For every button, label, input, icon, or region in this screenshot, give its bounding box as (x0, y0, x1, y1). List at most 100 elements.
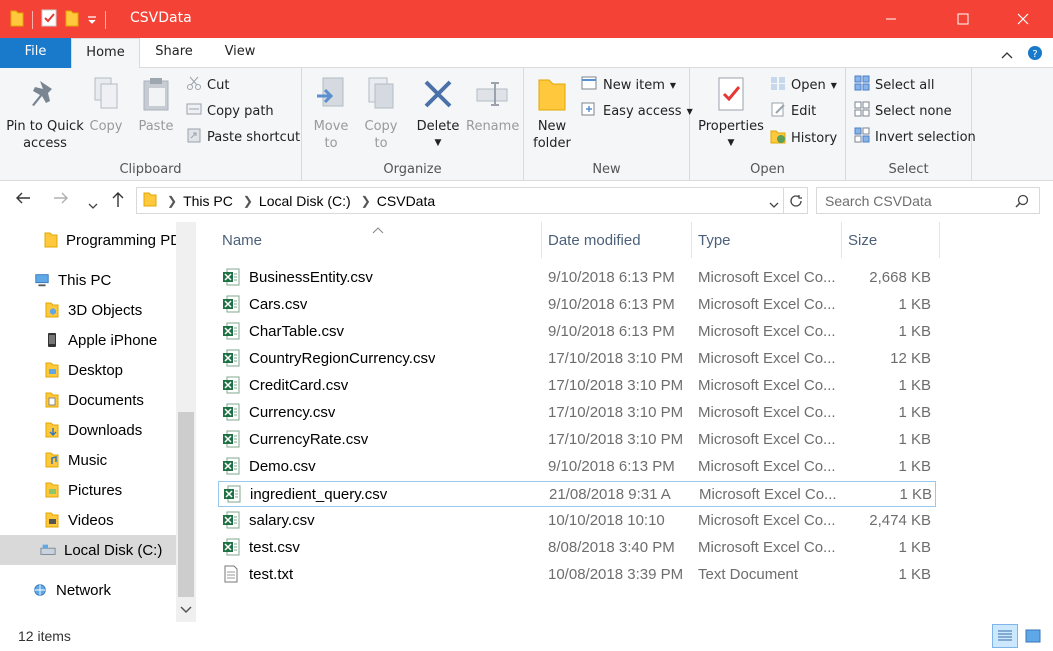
nav-item-3d-objects[interactable]: 3D Objects (0, 295, 176, 325)
breadcrumb-local-disk[interactable]: Local Disk (C:) (259, 193, 351, 209)
properties-icon[interactable] (41, 9, 57, 30)
file-row[interactable]: test.csv 8/08/2018 3:40 PM Microsoft Excel… (218, 535, 936, 561)
edit-button[interactable]: Edit (770, 100, 816, 122)
recent-locations-dropdown[interactable] (88, 195, 98, 214)
nav-item-local-disk[interactable]: Local Disk (C:) (0, 535, 176, 565)
file-row[interactable]: test.txt 10/08/2018 3:39 PM Text Document 1… (218, 562, 936, 588)
history-button[interactable]: History (770, 127, 837, 149)
nav-item-downloads[interactable]: Downloads (0, 415, 176, 445)
rename-button[interactable]: Rename (466, 74, 519, 135)
select-none-button[interactable]: Select none (854, 100, 952, 122)
address-bar[interactable]: ❯ This PC ❯ Local Disk (C:) ❯ CSVData (136, 187, 808, 214)
search-icon[interactable] (1015, 194, 1029, 211)
nav-item-videos[interactable]: Videos (0, 505, 176, 535)
new-item-button[interactable]: New item ▼ (580, 74, 676, 96)
details-view-button[interactable] (992, 624, 1018, 648)
customize-dropdown-icon[interactable] (87, 13, 97, 27)
nav-item-label: Videos (68, 511, 114, 529)
nav-item-music[interactable]: Music (0, 445, 176, 475)
file-row[interactable]: Cars.csv 9/10/2018 6:13 PM Microsoft Excel… (218, 292, 936, 318)
breadcrumb-separator-icon[interactable]: ❯ (167, 194, 177, 208)
easy-access-button[interactable]: Easy access ▼ (580, 100, 693, 122)
properties-button[interactable]: Properties ▼ (698, 74, 764, 152)
select-group: Select all Select none Invert selection … (846, 68, 976, 181)
file-row[interactable]: CountryRegionCurrency.csv 17/10/2018 3:10… (218, 346, 936, 372)
collapse-ribbon-icon[interactable] (1001, 48, 1013, 62)
file-row[interactable]: salary.csv 10/10/2018 10:10 Microsoft Exce… (218, 508, 936, 534)
breadcrumb-this-pc[interactable]: This PC (183, 193, 233, 209)
paste-icon (136, 74, 176, 114)
column-header-type[interactable]: Type (692, 222, 842, 258)
scrollbar-thumb[interactable] (178, 412, 194, 597)
chevron-down-icon[interactable]: ▼ (698, 135, 764, 152)
nav-item-apple-iphone[interactable]: Apple iPhone (0, 325, 176, 355)
column-header-name[interactable]: Name (216, 222, 542, 258)
file-row[interactable]: Demo.csv 9/10/2018 6:13 PM Microsoft Excel… (218, 454, 936, 480)
navigation-scrollbar[interactable] (176, 222, 196, 622)
pc-icon (34, 272, 50, 288)
tab-home[interactable]: Home (71, 38, 140, 69)
search-input[interactable]: Search CSVData (816, 187, 1040, 214)
tab-share[interactable]: Share (146, 38, 202, 68)
nav-item-documents[interactable]: Documents (0, 385, 176, 415)
file-row[interactable]: CurrencyRate.csv 17/10/2018 3:10 PM Micros… (218, 427, 936, 453)
new-item-label: New item (603, 77, 665, 93)
file-row[interactable]: Currency.csv 17/10/2018 3:10 PM Microsoft … (218, 400, 936, 426)
nav-item-network[interactable]: Network (0, 575, 176, 605)
copy-path-button[interactable]: Copy path (186, 100, 274, 122)
invert-selection-label: Invert selection (875, 129, 976, 145)
breadcrumb-separator-icon[interactable]: ❯ (361, 194, 371, 208)
copy-to-button[interactable]: Copy to (358, 74, 404, 152)
paste-shortcut-button[interactable]: Paste shortcut (186, 126, 300, 148)
nav-item-this-pc[interactable]: This PC (0, 265, 176, 295)
nav-item-desktop[interactable]: Desktop (0, 355, 176, 385)
cut-button[interactable]: Cut (186, 74, 229, 96)
new-folder-button[interactable]: New folder (530, 74, 574, 152)
column-header-size[interactable]: Size (842, 222, 940, 258)
large-icons-view-button[interactable] (1020, 624, 1046, 648)
refresh-button[interactable] (783, 188, 807, 213)
nav-item-programming-pdf[interactable]: Programming PDF (0, 225, 176, 255)
nav-item-pictures[interactable]: Pictures (0, 475, 176, 505)
tab-view[interactable]: View (212, 38, 268, 68)
forward-button[interactable] (52, 190, 70, 210)
file-row[interactable]: BusinessEntity.csv 9/10/2018 6:13 PM Micro… (218, 265, 936, 291)
file-row[interactable]: CreditCard.csv 17/10/2018 3:10 PM Microsof… (218, 373, 936, 399)
file-type: Microsoft Excel Co... (698, 377, 836, 394)
text-file-icon (222, 565, 240, 587)
nav-item-label: Music (68, 451, 108, 469)
excel-icon (222, 511, 240, 533)
minimize-button[interactable] (868, 0, 914, 38)
address-history-dropdown[interactable] (769, 196, 779, 212)
file-name: Currency.csv (249, 404, 336, 421)
chevron-down-icon[interactable]: ▼ (414, 135, 462, 152)
up-button[interactable] (110, 190, 126, 212)
help-icon[interactable]: ? (1027, 45, 1043, 64)
new-folder-icon[interactable] (65, 9, 79, 30)
file-size: 1 KB (898, 539, 931, 556)
open-button[interactable]: Open ▼ (770, 74, 837, 96)
new-folder-label-2: folder (533, 136, 571, 151)
copy-button[interactable]: Copy (86, 74, 126, 135)
maximize-button[interactable] (940, 0, 986, 38)
file-row[interactable]: ingredient_query.csv 21/08/2018 9:31 A Mic… (218, 481, 936, 507)
move-to-button[interactable]: Move to (308, 74, 354, 152)
tab-file[interactable]: File (0, 38, 71, 68)
file-size: 2,668 KB (869, 269, 931, 286)
breadcrumb-csvdata[interactable]: CSVData (377, 193, 435, 209)
pin-to-quick-access-button[interactable]: Pin to Quick access (4, 74, 86, 152)
breadcrumb-separator-icon[interactable]: ❯ (243, 194, 253, 208)
invert-selection-button[interactable]: Invert selection (854, 126, 976, 148)
paste-button[interactable]: Paste (134, 74, 178, 135)
scroll-down-icon[interactable] (180, 602, 192, 619)
back-button[interactable] (14, 190, 32, 210)
3d-objects-icon (44, 302, 60, 318)
nav-item-label: Network (56, 581, 112, 599)
close-button[interactable] (1000, 0, 1046, 38)
delete-button[interactable]: Delete ▼ (414, 74, 462, 152)
file-row[interactable]: CharTable.csv 9/10/2018 6:13 PM Microsoft … (218, 319, 936, 345)
column-header-date[interactable]: Date modified (542, 222, 692, 258)
select-all-button[interactable]: Select all (854, 74, 934, 96)
open-group-label: Open (750, 162, 785, 177)
file-date-modified: 9/10/2018 6:13 PM (548, 458, 675, 475)
